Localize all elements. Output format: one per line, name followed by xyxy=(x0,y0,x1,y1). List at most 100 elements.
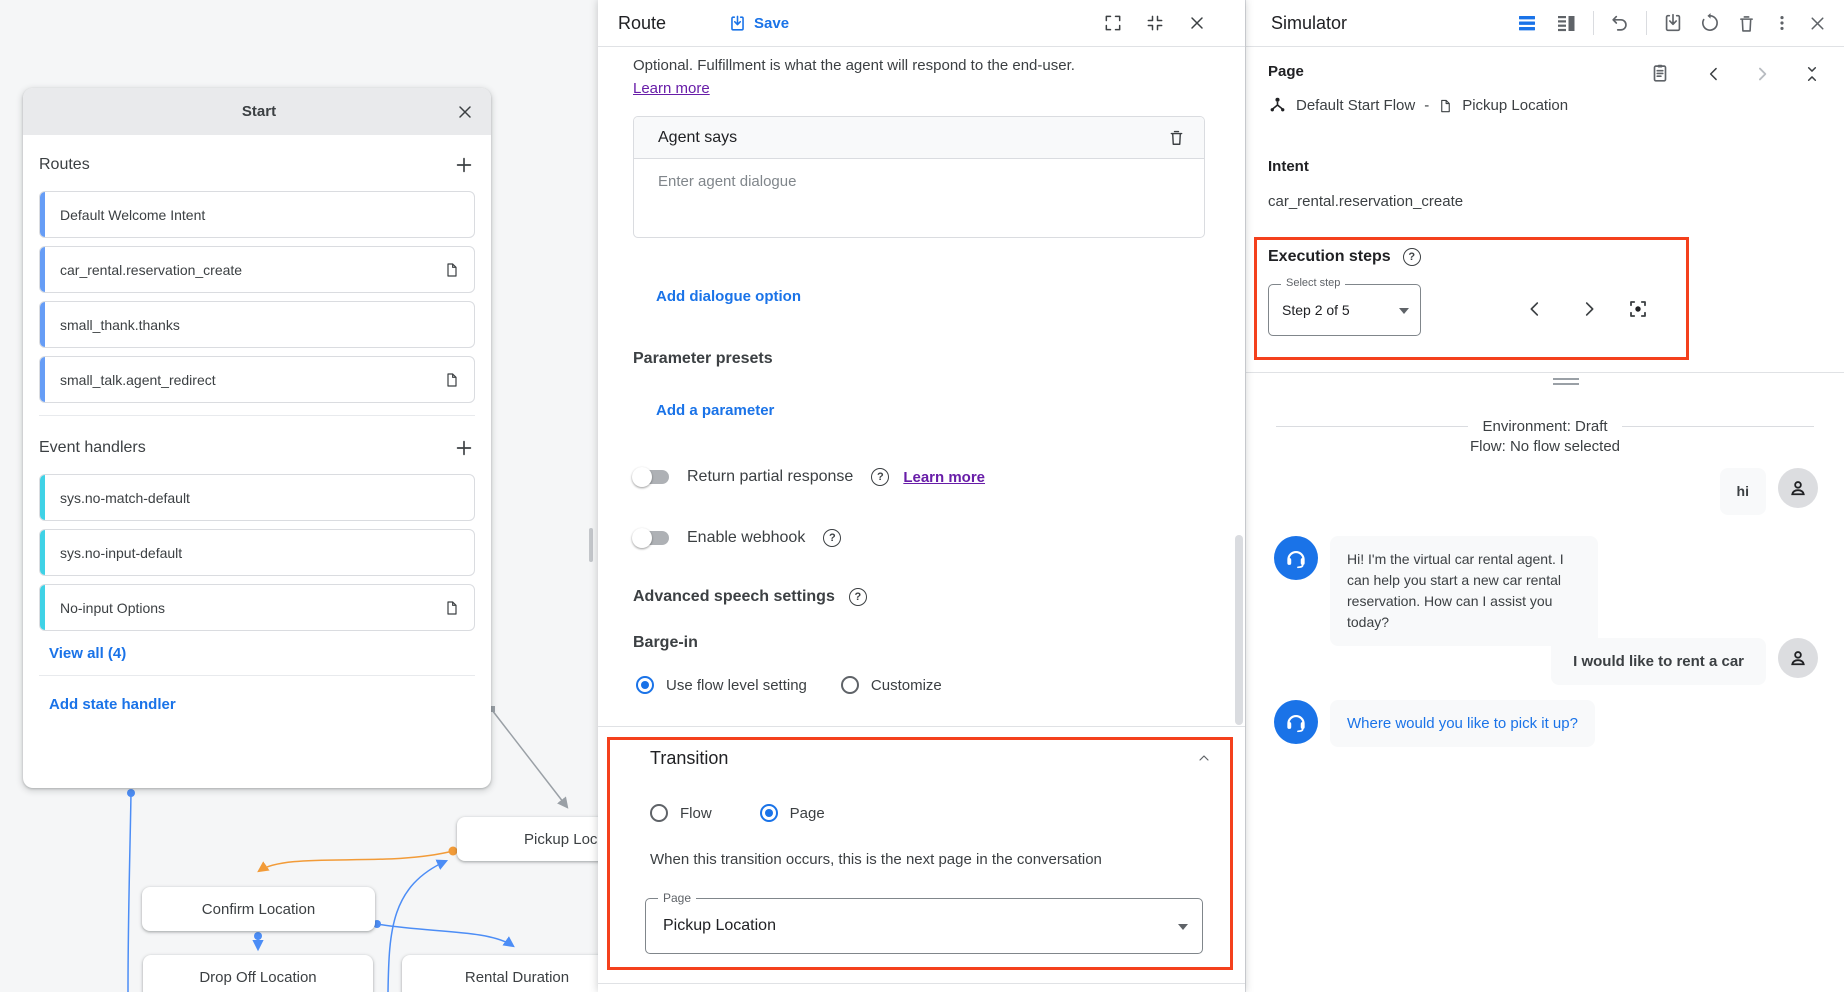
event-handler-item[interactable]: sys.no-input-default xyxy=(39,529,475,576)
step-select-value: Step 2 of 5 xyxy=(1282,302,1350,318)
save-conversation-icon[interactable] xyxy=(1662,12,1684,34)
clipboard-icon[interactable] xyxy=(1649,61,1671,85)
transition-page-select[interactable]: Page Pickup Location xyxy=(645,898,1203,954)
enable-webhook-toggle[interactable] xyxy=(635,531,669,545)
node-pickup-location[interactable]: Pickup Location xyxy=(457,817,598,861)
breadcrumb-page[interactable]: Pickup Location xyxy=(1462,97,1568,114)
customize-radio[interactable] xyxy=(841,676,859,694)
exit-fullscreen-icon[interactable] xyxy=(1145,13,1165,33)
start-panel-body: Routes Default Welcome Intent car_rental… xyxy=(23,135,491,714)
route-item[interactable]: small_thank.thanks xyxy=(39,301,475,348)
flow-canvas[interactable]: Start Routes Default Welcome Intent car_… xyxy=(0,0,598,992)
add-dialogue-option-link[interactable]: Add dialogue option xyxy=(656,288,801,305)
step-select[interactable]: Select step Step 2 of 5 xyxy=(1268,284,1421,336)
add-event-handler-icon[interactable] xyxy=(453,437,475,459)
execution-steps-heading: Execution steps xyxy=(1268,248,1391,266)
fullscreen-icon[interactable] xyxy=(1103,13,1123,33)
chat-message-user: I would like to rent a car xyxy=(1551,638,1818,685)
collapse-section-icon[interactable] xyxy=(1196,750,1212,766)
route-panel-header: Route Save xyxy=(598,0,1245,47)
intent-value: car_rental.reservation_create xyxy=(1268,193,1463,210)
event-handler-item[interactable]: sys.no-match-default xyxy=(39,474,475,521)
environment-info: Environment: Draft Flow: No flow selecte… xyxy=(1276,418,1814,455)
help-icon[interactable] xyxy=(849,588,867,606)
partial-response-row: Return partial response Learn more xyxy=(635,468,985,486)
close-icon[interactable] xyxy=(1187,13,1207,33)
delete-conversation-icon[interactable] xyxy=(1736,13,1757,34)
panel-resize-handle[interactable] xyxy=(589,528,593,562)
fulfillment-hint: Optional. Fulfillment is what the agent … xyxy=(633,57,1188,74)
delete-icon[interactable] xyxy=(1167,128,1186,147)
page-select-label: Page xyxy=(658,891,696,905)
node-confirm-location[interactable]: Confirm Location xyxy=(142,887,375,931)
dropdown-caret-icon xyxy=(1399,308,1409,314)
learn-more-link[interactable]: Learn more xyxy=(633,80,710,97)
node-rental-duration[interactable]: Rental Duration xyxy=(402,955,598,992)
transition-target-options: Flow Page xyxy=(650,804,825,822)
transition-page-radio[interactable] xyxy=(760,804,778,822)
use-flow-level-radio[interactable] xyxy=(636,676,654,694)
route-item[interactable]: Default Welcome Intent xyxy=(39,191,475,238)
previous-step-icon[interactable] xyxy=(1524,298,1546,320)
center-focus-icon[interactable] xyxy=(1626,297,1650,321)
next-step-icon[interactable] xyxy=(1578,298,1600,320)
agent-dialogue-input[interactable]: Enter agent dialogue xyxy=(634,159,1204,204)
help-icon[interactable] xyxy=(1403,248,1421,266)
next-page-icon[interactable] xyxy=(1752,64,1772,84)
node-drop-off-location[interactable]: Drop Off Location xyxy=(143,955,373,992)
breadcrumb-flow[interactable]: Default Start Flow xyxy=(1296,97,1415,114)
route-panel-scrollbar[interactable] xyxy=(1235,535,1243,725)
routes-section-header: Routes xyxy=(39,145,475,185)
simulator-title: Simulator xyxy=(1271,13,1347,34)
user-message-bubble: I would like to rent a car xyxy=(1551,638,1766,685)
collapse-panel-icon[interactable] xyxy=(1802,64,1822,84)
agent-says-header: Agent says xyxy=(634,117,1204,159)
webhook-row: Enable webhook xyxy=(635,529,841,547)
save-button[interactable]: Save xyxy=(728,14,789,33)
split-view-icon[interactable] xyxy=(1554,11,1578,35)
more-options-icon[interactable] xyxy=(1772,13,1792,33)
event-color-bar xyxy=(40,585,45,630)
route-item[interactable]: small_talk.agent_redirect xyxy=(39,356,475,403)
route-color-bar xyxy=(40,357,45,402)
help-icon[interactable] xyxy=(871,468,889,486)
route-item[interactable]: car_rental.reservation_create xyxy=(39,246,475,293)
user-avatar xyxy=(1778,468,1818,508)
divider xyxy=(598,726,1245,727)
person-icon xyxy=(1787,647,1809,669)
node-label: Pickup Location xyxy=(524,831,598,848)
page-icon xyxy=(1438,97,1453,115)
transition-page-label: Page xyxy=(790,805,825,822)
webhook-label: Enable webhook xyxy=(687,529,805,547)
return-partial-response-toggle[interactable] xyxy=(635,470,669,484)
flow-line: Flow: No flow selected xyxy=(1276,438,1814,455)
intent-heading: Intent xyxy=(1268,158,1309,175)
agent-avatar xyxy=(1274,536,1318,580)
partial-response-label: Return partial response xyxy=(687,468,853,486)
page-icon xyxy=(444,370,460,390)
divider xyxy=(1246,372,1844,373)
undo-icon[interactable] xyxy=(1609,12,1631,34)
add-route-icon[interactable] xyxy=(453,154,475,176)
add-state-handler-link[interactable]: Add state handler xyxy=(49,696,176,713)
page-icon xyxy=(444,260,460,280)
close-icon[interactable] xyxy=(455,102,475,122)
route-color-bar xyxy=(40,302,45,347)
help-icon[interactable] xyxy=(823,529,841,547)
route-panel-title: Route xyxy=(618,13,666,34)
chat-message-agent: Hi! I'm the virtual car rental agent. I … xyxy=(1274,536,1598,646)
agent-message-bubble: Hi! I'm the virtual car rental agent. I … xyxy=(1330,536,1598,646)
add-parameter-link[interactable]: Add a parameter xyxy=(656,402,774,419)
chat-resize-handle[interactable] xyxy=(1553,378,1579,385)
partial-learn-more-link[interactable]: Learn more xyxy=(903,469,985,486)
previous-page-icon[interactable] xyxy=(1704,64,1724,84)
chat-density-icon[interactable] xyxy=(1515,11,1539,35)
view-all-link[interactable]: View all (4) xyxy=(49,645,126,662)
transition-flow-radio[interactable] xyxy=(650,804,668,822)
close-icon[interactable] xyxy=(1807,13,1828,34)
barge-in-options: Use flow level setting Customize xyxy=(636,676,942,694)
transition-flow-label: Flow xyxy=(680,805,712,822)
restart-icon[interactable] xyxy=(1699,12,1721,34)
event-handler-item[interactable]: No-input Options xyxy=(39,584,475,631)
environment-line: Environment: Draft xyxy=(1482,418,1607,435)
